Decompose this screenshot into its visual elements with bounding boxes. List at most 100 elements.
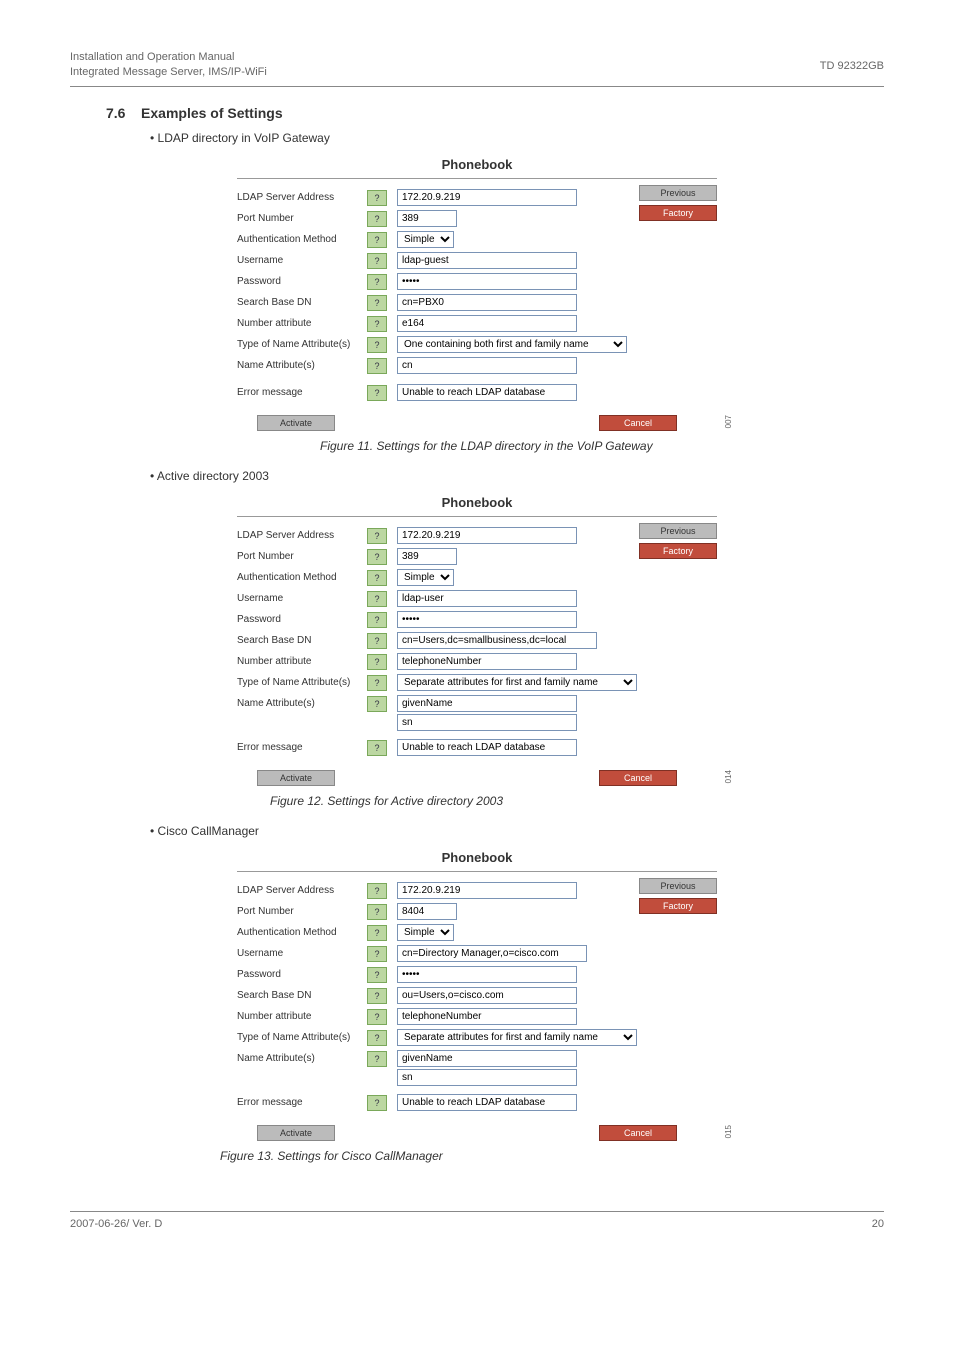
help-icon[interactable]: ?: [367, 1009, 387, 1025]
previous-button[interactable]: Previous: [639, 878, 717, 894]
password-input[interactable]: [397, 966, 577, 983]
help-icon[interactable]: ?: [367, 274, 387, 290]
label-server: LDAP Server Address: [237, 189, 367, 203]
help-icon[interactable]: ?: [367, 316, 387, 332]
phonebook-fig12: Phonebook Previous Factory LDAP Server A…: [237, 495, 717, 786]
help-icon[interactable]: ?: [367, 612, 387, 628]
help-icon[interactable]: ?: [367, 1051, 387, 1067]
caption-fig12: Figure 12. Settings for Active directory…: [270, 794, 884, 808]
help-icon[interactable]: ?: [367, 295, 387, 311]
factory-button[interactable]: Factory: [639, 205, 717, 221]
help-icon[interactable]: ?: [367, 654, 387, 670]
label-nameattr: Name Attribute(s): [237, 357, 367, 371]
header-line2: Integrated Message Server, IMS/IP-WiFi: [70, 66, 267, 78]
username-input[interactable]: [397, 590, 577, 607]
server-input[interactable]: [397, 527, 577, 544]
name-attr-input-2[interactable]: [397, 714, 577, 731]
help-icon[interactable]: ?: [367, 570, 387, 586]
port-input[interactable]: [397, 903, 457, 920]
error-message-field: [397, 1094, 577, 1111]
password-input[interactable]: [397, 611, 577, 628]
base-dn-input[interactable]: [397, 987, 577, 1004]
header-rule: [70, 86, 884, 87]
auth-select[interactable]: Simple: [397, 569, 454, 586]
bullet-ldap-voip: LDAP directory in VoIP Gateway: [150, 131, 884, 145]
name-attr-input-1[interactable]: [397, 695, 577, 712]
fig-sidenum: 007: [724, 415, 733, 428]
help-icon[interactable]: ?: [367, 967, 387, 983]
help-icon[interactable]: ?: [367, 883, 387, 899]
caption-fig13: Figure 13. Settings for Cisco CallManage…: [220, 1149, 884, 1163]
base-dn-input[interactable]: [397, 294, 577, 311]
help-icon[interactable]: ?: [367, 904, 387, 920]
name-attr-input-2[interactable]: [397, 1069, 577, 1086]
username-input[interactable]: [397, 945, 587, 962]
help-icon[interactable]: ?: [367, 1095, 387, 1111]
name-attr-input-1[interactable]: [397, 1050, 577, 1067]
base-dn-input[interactable]: [397, 632, 597, 649]
auth-select[interactable]: Simple: [397, 924, 454, 941]
type-name-select[interactable]: Separate attributes for first and family…: [397, 1029, 637, 1046]
phonebook-heading: Phonebook: [237, 157, 717, 172]
label-numattr: Number attribute: [237, 315, 367, 329]
type-name-select[interactable]: One containing both first and family nam…: [397, 336, 627, 353]
username-input[interactable]: [397, 252, 577, 269]
help-icon[interactable]: ?: [367, 1030, 387, 1046]
help-icon[interactable]: ?: [367, 232, 387, 248]
header-line1: Installation and Operation Manual: [70, 51, 235, 63]
help-icon[interactable]: ?: [367, 675, 387, 691]
header-doc-id: TD 92322GB: [820, 60, 884, 72]
help-icon[interactable]: ?: [367, 549, 387, 565]
help-icon[interactable]: ?: [367, 385, 387, 401]
number-attr-input[interactable]: [397, 1008, 577, 1025]
port-input[interactable]: [397, 548, 457, 565]
help-icon[interactable]: ?: [367, 946, 387, 962]
section-title: Examples of Settings: [141, 105, 283, 121]
help-icon[interactable]: ?: [367, 337, 387, 353]
help-icon[interactable]: ?: [367, 988, 387, 1004]
phonebook-heading: Phonebook: [237, 495, 717, 510]
cancel-button[interactable]: Cancel: [599, 1125, 677, 1141]
activate-button[interactable]: Activate: [257, 415, 335, 431]
help-icon[interactable]: ?: [367, 740, 387, 756]
label-pass: Password: [237, 273, 367, 287]
help-icon[interactable]: ?: [367, 528, 387, 544]
number-attr-input[interactable]: [397, 653, 577, 670]
label-typename: Type of Name Attribute(s): [237, 336, 367, 350]
previous-button[interactable]: Previous: [639, 523, 717, 539]
name-attr-input[interactable]: [397, 357, 577, 374]
footer-page-num: 20: [872, 1218, 884, 1230]
help-icon[interactable]: ?: [367, 211, 387, 227]
caption-fig11: Figure 11. Settings for the LDAP directo…: [320, 439, 884, 453]
error-message-field: [397, 739, 577, 756]
port-input[interactable]: [397, 210, 457, 227]
help-icon[interactable]: ?: [367, 358, 387, 374]
type-name-select[interactable]: Separate attributes for first and family…: [397, 674, 637, 691]
previous-button[interactable]: Previous: [639, 185, 717, 201]
help-icon[interactable]: ?: [367, 253, 387, 269]
server-input[interactable]: [397, 189, 577, 206]
label-port: Port Number: [237, 210, 367, 224]
fig-sidenum: 015: [724, 1125, 733, 1138]
help-icon[interactable]: ?: [367, 696, 387, 712]
help-icon[interactable]: ?: [367, 190, 387, 206]
help-icon[interactable]: ?: [367, 633, 387, 649]
factory-button[interactable]: Factory: [639, 898, 717, 914]
auth-select[interactable]: Simple: [397, 231, 454, 248]
bullet-cisco: Cisco CallManager: [150, 824, 884, 838]
factory-button[interactable]: Factory: [639, 543, 717, 559]
activate-button[interactable]: Activate: [257, 770, 335, 786]
password-input[interactable]: [397, 273, 577, 290]
cancel-button[interactable]: Cancel: [599, 415, 677, 431]
cancel-button[interactable]: Cancel: [599, 770, 677, 786]
label-base: Search Base DN: [237, 294, 367, 308]
bullet-active-dir: Active directory 2003: [150, 469, 884, 483]
phonebook-fig11: Phonebook Previous Factory LDAP Server A…: [237, 157, 717, 431]
help-icon[interactable]: ?: [367, 925, 387, 941]
label-auth: Authentication Method: [237, 231, 367, 245]
server-input[interactable]: [397, 882, 577, 899]
activate-button[interactable]: Activate: [257, 1125, 335, 1141]
help-icon[interactable]: ?: [367, 591, 387, 607]
number-attr-input[interactable]: [397, 315, 577, 332]
phonebook-heading: Phonebook: [237, 850, 717, 865]
